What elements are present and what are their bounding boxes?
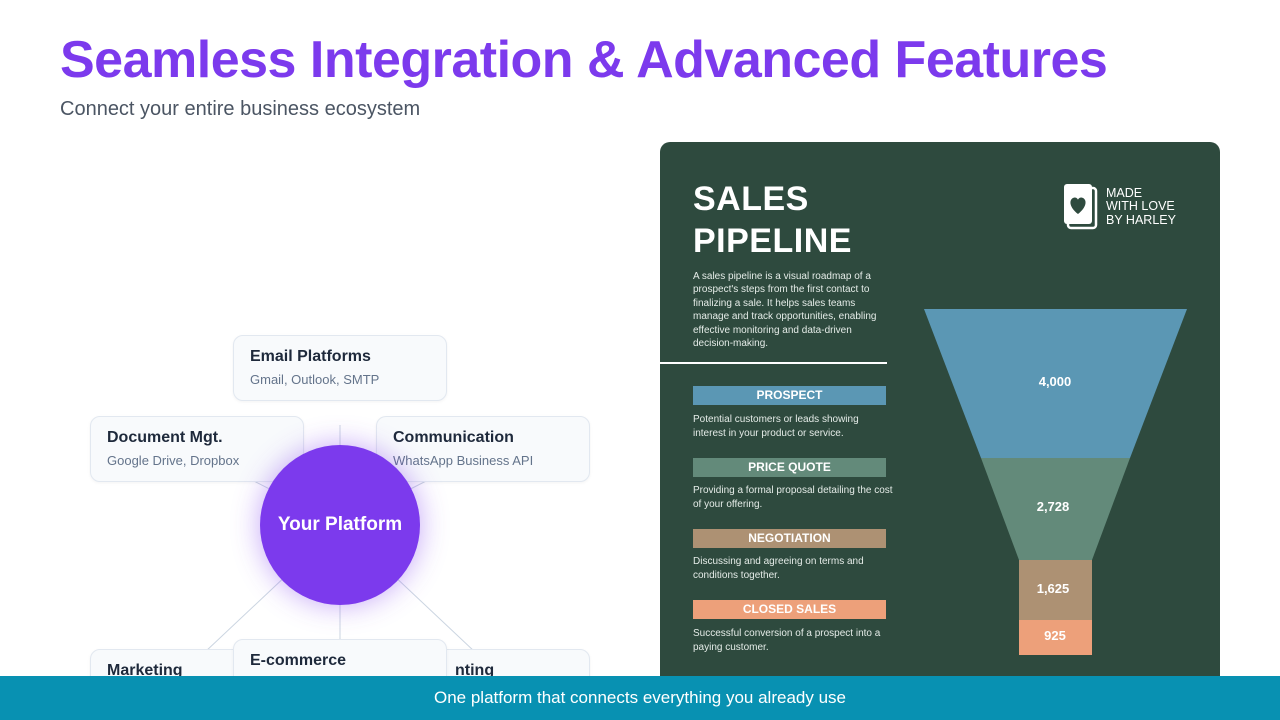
funnel-value-negotiation: 1,625	[1037, 581, 1070, 596]
node-title: Communication	[393, 429, 514, 446]
integration-node-communication[interactable]: Communication WhatsApp Business API	[376, 416, 590, 482]
integration-node-email[interactable]: Email Platforms Gmail, Outlook, SMTP	[233, 335, 447, 401]
node-title: E-commerce	[250, 652, 347, 669]
funnel-value-price-quote: 2,728	[1037, 499, 1070, 514]
funnel-value-prospect: 4,000	[1039, 374, 1072, 389]
footer-banner: One platform that connects everything yo…	[0, 676, 1280, 720]
integration-node-documents[interactable]: Document Mgt. Google Drive, Dropbox	[90, 416, 304, 482]
node-subtitle: Gmail, Outlook, SMTP	[250, 372, 380, 387]
node-subtitle: WhatsApp Business API	[393, 453, 534, 468]
node-title: Email Platforms	[250, 348, 371, 365]
node-title: Document Mgt.	[107, 429, 223, 446]
platform-hub-center[interactable]: Your Platform	[260, 445, 420, 605]
sales-pipeline-infographic: SALES PIPELINE A sales pipeline is a vis…	[660, 142, 1220, 702]
sales-funnel-chart: 4,000 2,728 1,625 925	[924, 309, 1187, 655]
funnel-value-closed-sales: 925	[1044, 628, 1066, 643]
node-subtitle: Google Drive, Dropbox	[107, 453, 240, 468]
